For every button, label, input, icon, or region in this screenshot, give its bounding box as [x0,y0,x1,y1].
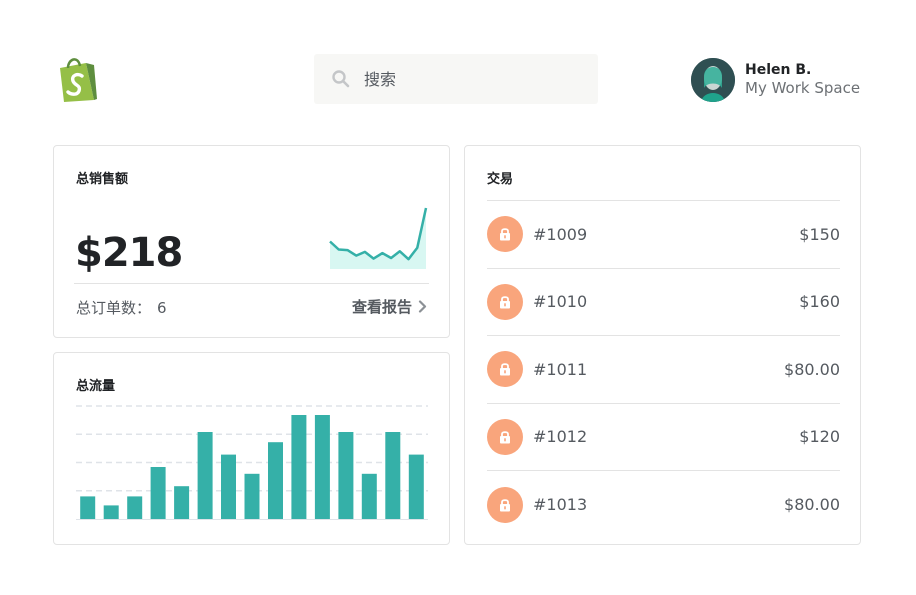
user-profile[interactable]: Helen B. My Work Space [691,57,860,102]
traffic-bar [174,486,190,519]
view-report-link[interactable]: 查看报告 [352,296,427,317]
lock-icon [487,351,523,388]
lock-icon [487,486,523,523]
sales-card-title: 总销售额 [76,172,129,187]
transaction-row[interactable]: #1009 $150 [487,201,840,269]
traffic-bar-chart [76,405,428,520]
transactions-card: 交易 #1009 $150 #1010 $160 #1011 $80.00 #1… [464,145,861,545]
traffic-bar [103,505,119,519]
transactions-card-title: 交易 [487,172,514,187]
transaction-amount: $150 [799,224,840,244]
traffic-bar [314,415,330,519]
traffic-bar [361,473,377,519]
traffic-bar [150,467,166,519]
traffic-bar [338,432,354,519]
transaction-row[interactable]: #1010 $160 [487,269,840,336]
orders-count: 6 [157,299,167,317]
traffic-bar [197,432,213,519]
orders-label: 总订单数： [76,299,152,317]
search-input[interactable] [364,69,584,89]
lock-icon [487,216,523,253]
avatar[interactable] [691,57,735,102]
transaction-row[interactable]: #1011 $80.00 [487,336,840,404]
orders-summary: 总订单数： 6 [76,297,167,318]
transaction-id: #1011 [533,359,588,379]
transaction-amount: $80.00 [784,359,840,379]
view-report-label: 查看报告 [351,298,412,316]
sales-divider [74,283,429,284]
total-sales-card: 总销售额 $218 总订单数： 6 查看报告 [53,145,450,338]
search-bar[interactable] [314,54,598,104]
sparkline-area [330,208,426,269]
search-icon [332,69,352,89]
sales-sparkline [329,207,428,269]
traffic-bar [385,432,401,519]
traffic-bar [244,473,260,519]
total-traffic-card: 总流量 [53,352,450,545]
chevron-right-icon [418,300,427,313]
profile-name: Helen B. [745,62,812,78]
traffic-bar [221,454,236,519]
transaction-amount: $160 [799,292,840,312]
transaction-amount: $80.00 [784,495,840,515]
transaction-row[interactable]: #1012 $120 [487,404,840,471]
transactions-list: #1009 $150 #1010 $160 #1011 $80.00 #1012… [487,201,840,539]
traffic-bar [127,496,143,519]
transaction-id: #1009 [533,224,588,244]
traffic-bar [268,442,283,519]
profile-workspace: My Work Space [745,79,861,97]
shopify-logo-icon[interactable] [56,56,98,102]
transaction-id: #1013 [533,495,588,515]
transaction-id: #1010 [533,292,588,312]
transaction-amount: $120 [799,427,840,447]
lock-icon [487,283,523,320]
transaction-id: #1012 [533,427,588,447]
lock-icon [487,418,523,455]
sales-total-value: $218 [75,230,183,276]
traffic-bar [291,415,307,519]
traffic-bar [408,454,424,519]
traffic-bar [80,496,96,519]
transaction-row[interactable]: #1013 $80.00 [487,471,840,539]
